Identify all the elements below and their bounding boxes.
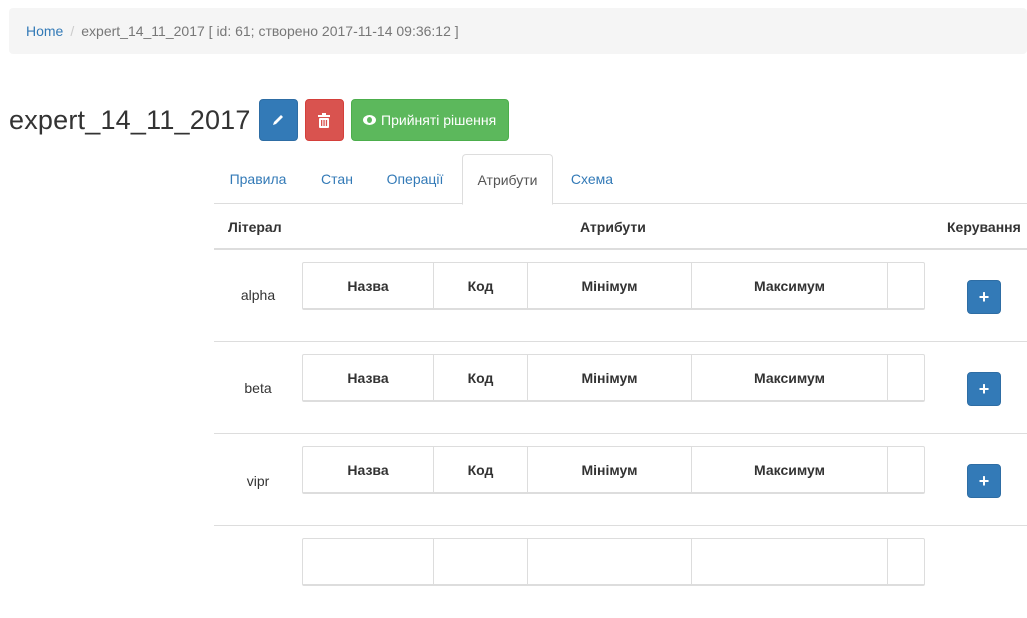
tab-operations[interactable]: Операції <box>386 154 444 204</box>
col-max: Максимум <box>692 447 888 493</box>
table-row: alpha Назва Код Мінімум Максимум + <box>214 250 1027 342</box>
tab-attributes[interactable]: Атрибути <box>462 154 553 205</box>
attributes-subtable: Назва Код Мінімум Максимум <box>302 262 925 310</box>
tabs: Правила Стан Операції Атрибути Схема <box>214 154 1027 205</box>
tab-rules[interactable]: Правила <box>229 154 287 204</box>
col-name <box>303 539 434 585</box>
tab-schema[interactable]: Схема <box>570 154 614 204</box>
header-controls: Керування <box>947 219 1021 235</box>
table-row <box>214 526 1027 618</box>
row-literal: alpha <box>240 287 276 303</box>
col-min <box>528 539 692 585</box>
col-name: Назва <box>303 263 434 309</box>
col-max: Максимум <box>692 263 888 309</box>
col-name: Назва <box>303 447 434 493</box>
col-min: Мінімум <box>528 355 692 401</box>
col-code: Код <box>434 263 528 309</box>
col-max: Максимум <box>692 355 888 401</box>
breadcrumb-home-link[interactable]: Home <box>26 23 63 39</box>
eye-icon <box>363 115 377 125</box>
col-min: Мінімум <box>528 263 692 309</box>
table-row: beta Назва Код Мінімум Максимум + <box>214 342 1027 434</box>
attributes-subtable: Назва Код Мінімум Максимум <box>302 354 925 402</box>
header-literal: Літерал <box>228 219 282 235</box>
col-name: Назва <box>303 355 434 401</box>
col-empty <box>888 263 924 309</box>
col-max <box>692 539 888 585</box>
attributes-subtable: Назва Код Мінімум Максимум <box>302 446 925 494</box>
add-attribute-button[interactable]: + <box>967 280 1001 314</box>
add-attribute-button[interactable]: + <box>967 372 1001 406</box>
breadcrumb: Home / expert_14_11_2017 [ id: 61; створен… <box>9 8 1027 54</box>
col-empty <box>888 447 924 493</box>
edit-button[interactable] <box>258 99 298 141</box>
col-code: Код <box>434 447 528 493</box>
table-row: vipr Назва Код Мінімум Максимум + <box>214 434 1027 526</box>
row-literal: vipr <box>246 473 270 489</box>
col-empty <box>888 539 924 585</box>
title-row: expert_14_11_2017 Прийняті рішення <box>9 99 509 141</box>
page-title: expert_14_11_2017 <box>9 105 251 135</box>
breadcrumb-current: expert_14_11_2017 [ id: 61; створено 201… <box>81 23 459 39</box>
tab-state[interactable]: Стан <box>320 154 354 204</box>
decisions-label: Прийняті рішення <box>381 112 497 128</box>
col-min: Мінімум <box>528 447 692 493</box>
col-code <box>434 539 528 585</box>
decisions-button[interactable]: Прийняті рішення <box>350 99 509 141</box>
table-header: Літерал Атрибути Керування <box>214 204 1027 250</box>
trash-icon <box>318 112 331 128</box>
col-empty <box>888 355 924 401</box>
pencil-icon <box>273 115 284 125</box>
header-attributes: Атрибути <box>580 219 646 235</box>
delete-button[interactable] <box>304 99 344 141</box>
attributes-subtable <box>302 538 925 586</box>
col-code: Код <box>434 355 528 401</box>
row-literal: beta <box>244 380 272 396</box>
breadcrumb-separator: / <box>70 23 75 39</box>
add-attribute-button[interactable]: + <box>967 464 1001 498</box>
